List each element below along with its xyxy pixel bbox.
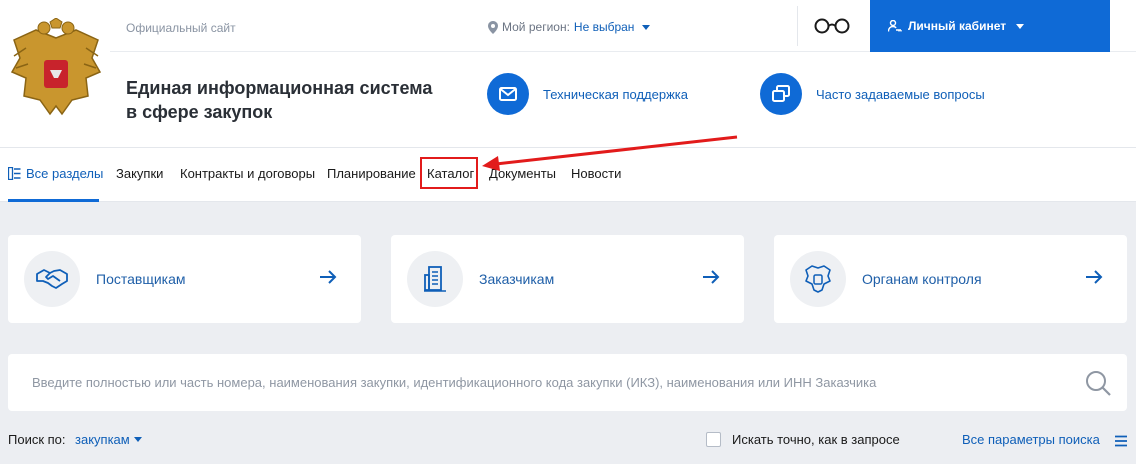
nav-item-catalog[interactable]: Каталог <box>427 166 474 181</box>
site-title[interactable]: Единая информационная система в сфере за… <box>126 76 456 124</box>
region-label: Мой регион: <box>502 20 570 34</box>
user-key-icon <box>888 20 902 32</box>
nav-item-planning[interactable]: Планирование <box>327 166 416 181</box>
site-title-line2: в сфере закупок <box>126 102 273 122</box>
arrow-right-icon <box>703 270 720 284</box>
exact-match-label: Искать точно, как в запросе <box>732 432 900 447</box>
region-value[interactable]: Не выбран <box>574 20 635 34</box>
handshake-icon <box>24 251 80 307</box>
main-navigation: Все разделы Закупки Контракты и договоры… <box>0 148 1136 202</box>
search-box <box>8 354 1127 411</box>
filter-lines-icon[interactable] <box>1114 435 1128 447</box>
search-by-label: Поиск по: <box>8 432 66 447</box>
nav-item-label: Все разделы <box>26 166 104 181</box>
emblem-icon <box>790 251 846 307</box>
coat-of-arms-icon[interactable] <box>6 18 106 122</box>
accessibility-glasses-icon[interactable] <box>814 18 850 34</box>
sections-list-icon <box>8 167 21 180</box>
chevron-down-icon <box>642 24 651 30</box>
nav-item-documents[interactable]: Документы <box>489 166 556 181</box>
faq-link[interactable]: Часто задаваемые вопросы <box>760 73 985 115</box>
chevron-down-icon <box>133 437 142 442</box>
personal-account-label: Личный кабинет <box>908 19 1007 33</box>
chevron-down-icon <box>1016 23 1025 29</box>
page: Официальный сайт Мой регион: Не выбран Л… <box>0 0 1136 464</box>
site-title-line1: Единая информационная система <box>126 78 433 98</box>
card-control-bodies[interactable]: Органам контроля <box>774 235 1127 323</box>
nav-item-purchases[interactable]: Закупки <box>116 166 163 181</box>
card-label: Заказчикам <box>479 271 555 287</box>
card-label: Поставщикам <box>96 271 186 287</box>
card-label: Органам контроля <box>862 271 982 287</box>
envelope-icon <box>499 87 517 101</box>
nav-item-all-sections[interactable]: Все разделы <box>8 166 103 181</box>
search-icon[interactable] <box>1085 370 1111 396</box>
building-icon <box>407 251 463 307</box>
all-search-params-link[interactable]: Все параметры поиска <box>962 432 1100 447</box>
faq-label: Часто задаваемые вопросы <box>816 86 985 102</box>
nav-item-contracts[interactable]: Контракты и договоры <box>180 166 315 181</box>
search-by-dropdown[interactable]: закупкам <box>75 432 142 447</box>
card-customers[interactable]: Заказчикам <box>391 235 744 323</box>
chat-bubbles-icon <box>772 85 790 102</box>
faq-icon-circle <box>760 73 802 115</box>
region-selector[interactable]: Мой регион: Не выбран <box>488 20 651 34</box>
location-pin-icon <box>488 20 498 34</box>
tech-support-label: Техническая поддержка <box>543 86 688 102</box>
personal-account-button[interactable]: Личный кабинет <box>870 0 1110 52</box>
tech-support-link[interactable]: Техническая поддержка <box>487 73 688 115</box>
site-header: Официальный сайт Мой регион: Не выбран Л… <box>0 0 1136 148</box>
search-by-value: закупкам <box>75 432 130 447</box>
arrow-right-icon <box>1086 270 1103 284</box>
header-divider <box>797 6 798 46</box>
nav-item-news[interactable]: Новости <box>571 166 621 181</box>
card-suppliers[interactable]: Поставщикам <box>8 235 361 323</box>
official-site-label: Официальный сайт <box>126 21 236 35</box>
arrow-right-icon <box>320 270 337 284</box>
search-input[interactable] <box>8 354 1068 411</box>
exact-match-checkbox[interactable] <box>706 432 721 447</box>
support-icon-circle <box>487 73 529 115</box>
